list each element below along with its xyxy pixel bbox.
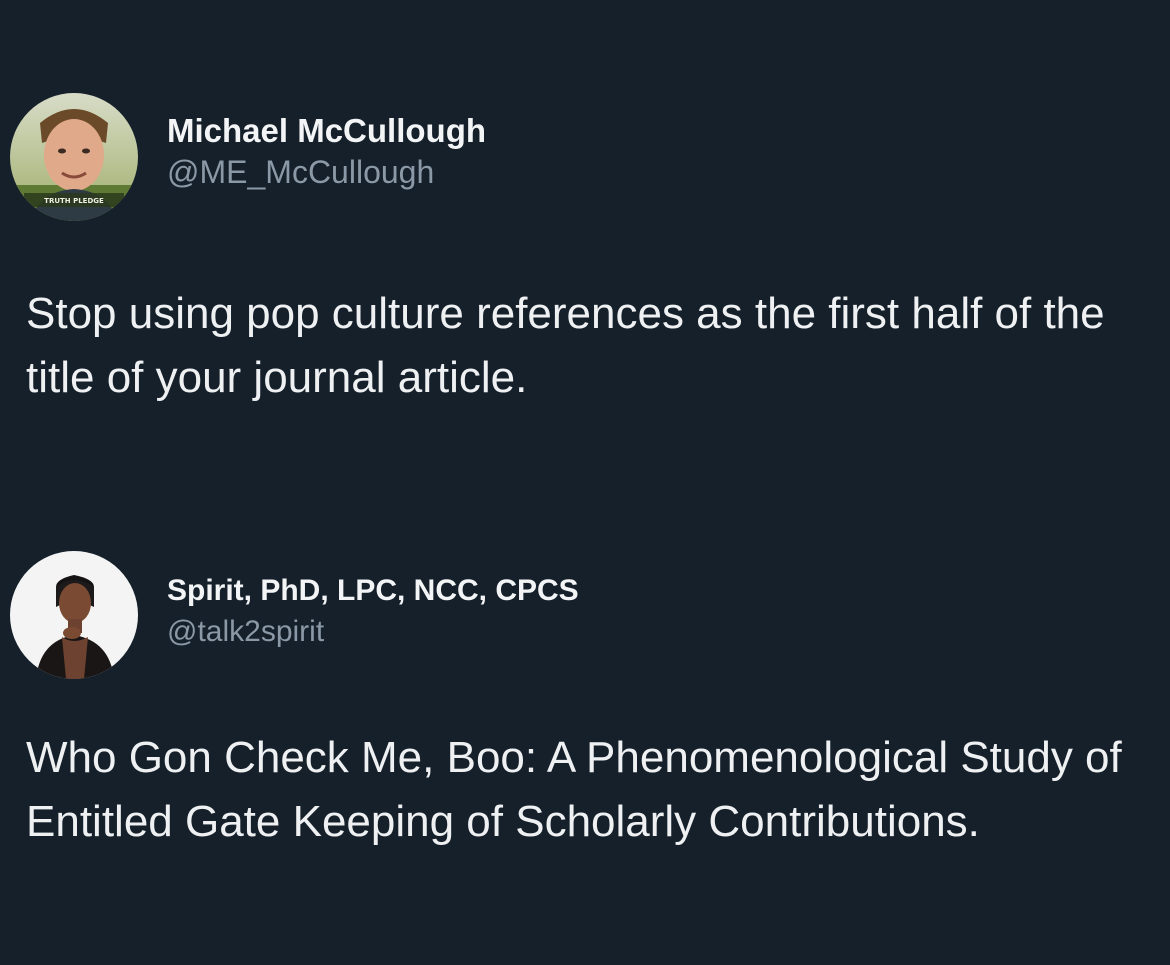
author-handle[interactable]: @ME_McCullough (167, 152, 486, 192)
tweet-header: Spirit, PhD, LPC, NCC, CPCS @talk2spirit (0, 548, 1170, 682)
tweet-header: TRUTH PLEDGE Michael McCullough @ME_McCu… (0, 90, 1170, 224)
author-names: Spirit, PhD, LPC, NCC, CPCS @talk2spirit (167, 570, 579, 652)
tweet-text: Stop using pop culture references as the… (26, 289, 1105, 402)
author-display-name[interactable]: Michael McCullough (167, 110, 486, 152)
author-names: Michael McCullough @ME_McCullough (167, 110, 486, 192)
profile-photo-icon (10, 551, 138, 679)
tweet-card: TRUTH PLEDGE Michael McCullough @ME_McCu… (0, 90, 1170, 402)
author-handle[interactable]: @talk2spirit (167, 612, 579, 652)
author-display-name[interactable]: Spirit, PhD, LPC, NCC, CPCS (167, 570, 579, 612)
tweet-card: Spirit, PhD, LPC, NCC, CPCS @talk2spirit… (0, 548, 1170, 846)
profile-photo-icon: TRUTH PLEDGE (10, 93, 138, 221)
avatar[interactable] (10, 551, 138, 679)
tweet-text: Who Gon Check Me, Boo: A Phenomenologica… (26, 733, 1122, 846)
avatar-caption: TRUTH PLEDGE (44, 197, 104, 205)
avatar[interactable]: TRUTH PLEDGE (10, 93, 138, 221)
